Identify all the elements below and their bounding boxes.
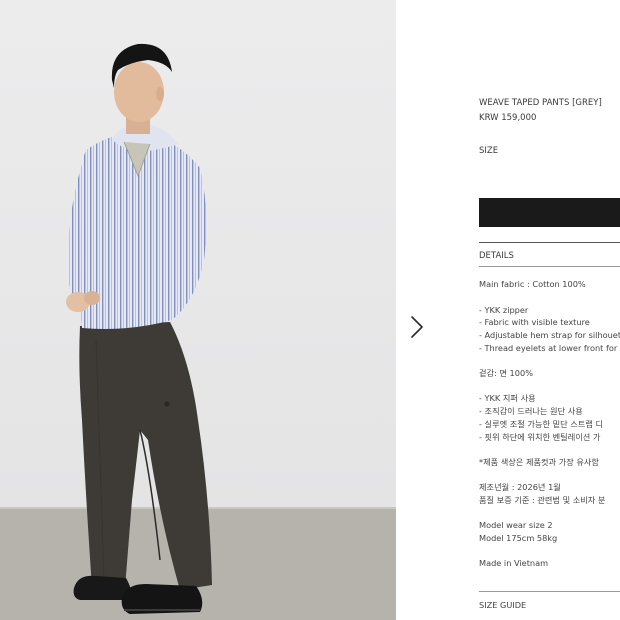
details-line: Main fabric : Cotton 100%: [479, 279, 586, 289]
details-line: - YKK 지퍼 사용: [479, 393, 536, 403]
details-line: Model wear size 2: [479, 520, 553, 530]
product-image[interactable]: [0, 0, 396, 620]
product-info-panel: WEAVE TAPED PANTS [GREY] KRW 159,000 SIZ…: [479, 0, 620, 620]
details-line: - 실루엣 조절 가능한 밑단 스트랩 디: [479, 419, 604, 429]
details-line: - Thread eyelets at lower front for ve: [479, 343, 620, 353]
details-line: 제조년월 : 2026년 1월: [479, 482, 561, 492]
product-price: KRW 159,000: [479, 113, 537, 123]
details-line: - 핏위 하단에 위치한 벤틸레이션 가: [479, 432, 601, 442]
add-to-cart-button[interactable]: [479, 198, 620, 227]
divider: [479, 591, 620, 592]
chevron-right-icon[interactable]: [406, 313, 428, 341]
details-line: - YKK zipper: [479, 305, 529, 315]
details-line: - Fabric with visible texture: [479, 317, 590, 327]
details-line: *제품 색상은 제품컷과 가장 유사함: [479, 457, 599, 467]
details-line: 겉감: 면 100%: [479, 368, 533, 378]
size-guide-toggle[interactable]: SIZE GUIDE: [479, 600, 526, 611]
divider: [479, 266, 620, 267]
details-line: Made in Vietnam: [479, 558, 549, 568]
details-line: - Adjustable hem strap for silhouett: [479, 330, 620, 340]
details-line: 품질 보증 기준 : 관련법 및 소비자 분: [479, 495, 606, 505]
divider: [479, 242, 620, 243]
size-label: SIZE: [479, 146, 499, 156]
details-line: Model 175cm 58kg: [479, 533, 558, 543]
details-line: - 조직감이 드러나는 원단 사용: [479, 406, 583, 416]
product-title: WEAVE TAPED PANTS [GREY]: [479, 98, 602, 108]
product-page: WEAVE TAPED PANTS [GREY] KRW 159,000 SIZ…: [0, 0, 620, 620]
details-toggle[interactable]: DETAILS: [479, 251, 514, 262]
